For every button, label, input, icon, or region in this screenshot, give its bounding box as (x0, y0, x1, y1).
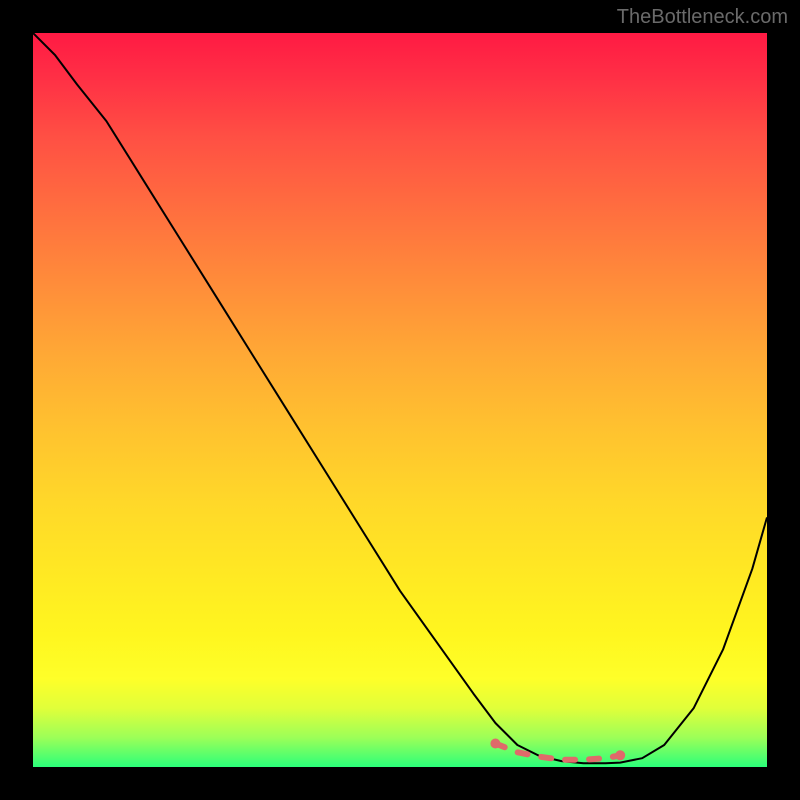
watermark-text: TheBottleneck.com (617, 6, 788, 29)
chart-svg (33, 33, 767, 767)
chart-plot-area (33, 33, 767, 767)
optimal-range-marker (490, 739, 625, 761)
bottleneck-curve-line (33, 33, 767, 763)
